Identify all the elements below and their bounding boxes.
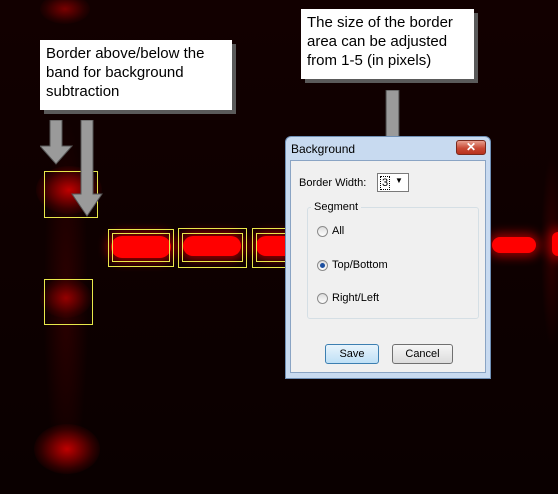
down-arrow-icon [40,120,74,165]
background-dialog: Background ✕ Border Width: 3 ▼ Segment A… [285,136,491,379]
close-icon: ✕ [465,140,477,154]
radio-button[interactable] [317,293,328,304]
radio-label: Top/Bottom [332,259,388,271]
background-border-box [44,279,93,325]
close-button[interactable]: ✕ [456,140,486,155]
radio-button[interactable] [317,226,328,237]
right-callout: The size of the border area can be adjus… [301,9,474,79]
down-arrow-icon [71,120,103,217]
dialog-client: Border Width: 3 ▼ Segment All Top/Bottom… [290,160,486,373]
chevron-down-icon: ▼ [395,176,403,185]
border-width-label: Border Width: [299,177,367,189]
band-selection-box [112,233,170,262]
save-button[interactable]: Save [325,344,379,364]
band-selection-box [182,233,243,262]
dialog-titlebar[interactable]: Background ✕ [286,137,490,160]
dialog-title: Background [291,142,356,156]
radio-button[interactable] [317,260,328,271]
cancel-button[interactable]: Cancel [392,344,453,364]
radio-label: All [332,225,345,237]
band-blob [34,424,100,474]
band [552,232,558,256]
left-callout: Border above/below the band for backgrou… [40,40,232,110]
segment-label: Segment [311,201,362,213]
border-width-value: 3 [380,176,391,190]
band-blob [40,0,90,24]
radio-label: Right/Left [332,292,380,304]
border-width-select[interactable]: 3 ▼ [377,173,409,192]
band [492,237,536,253]
